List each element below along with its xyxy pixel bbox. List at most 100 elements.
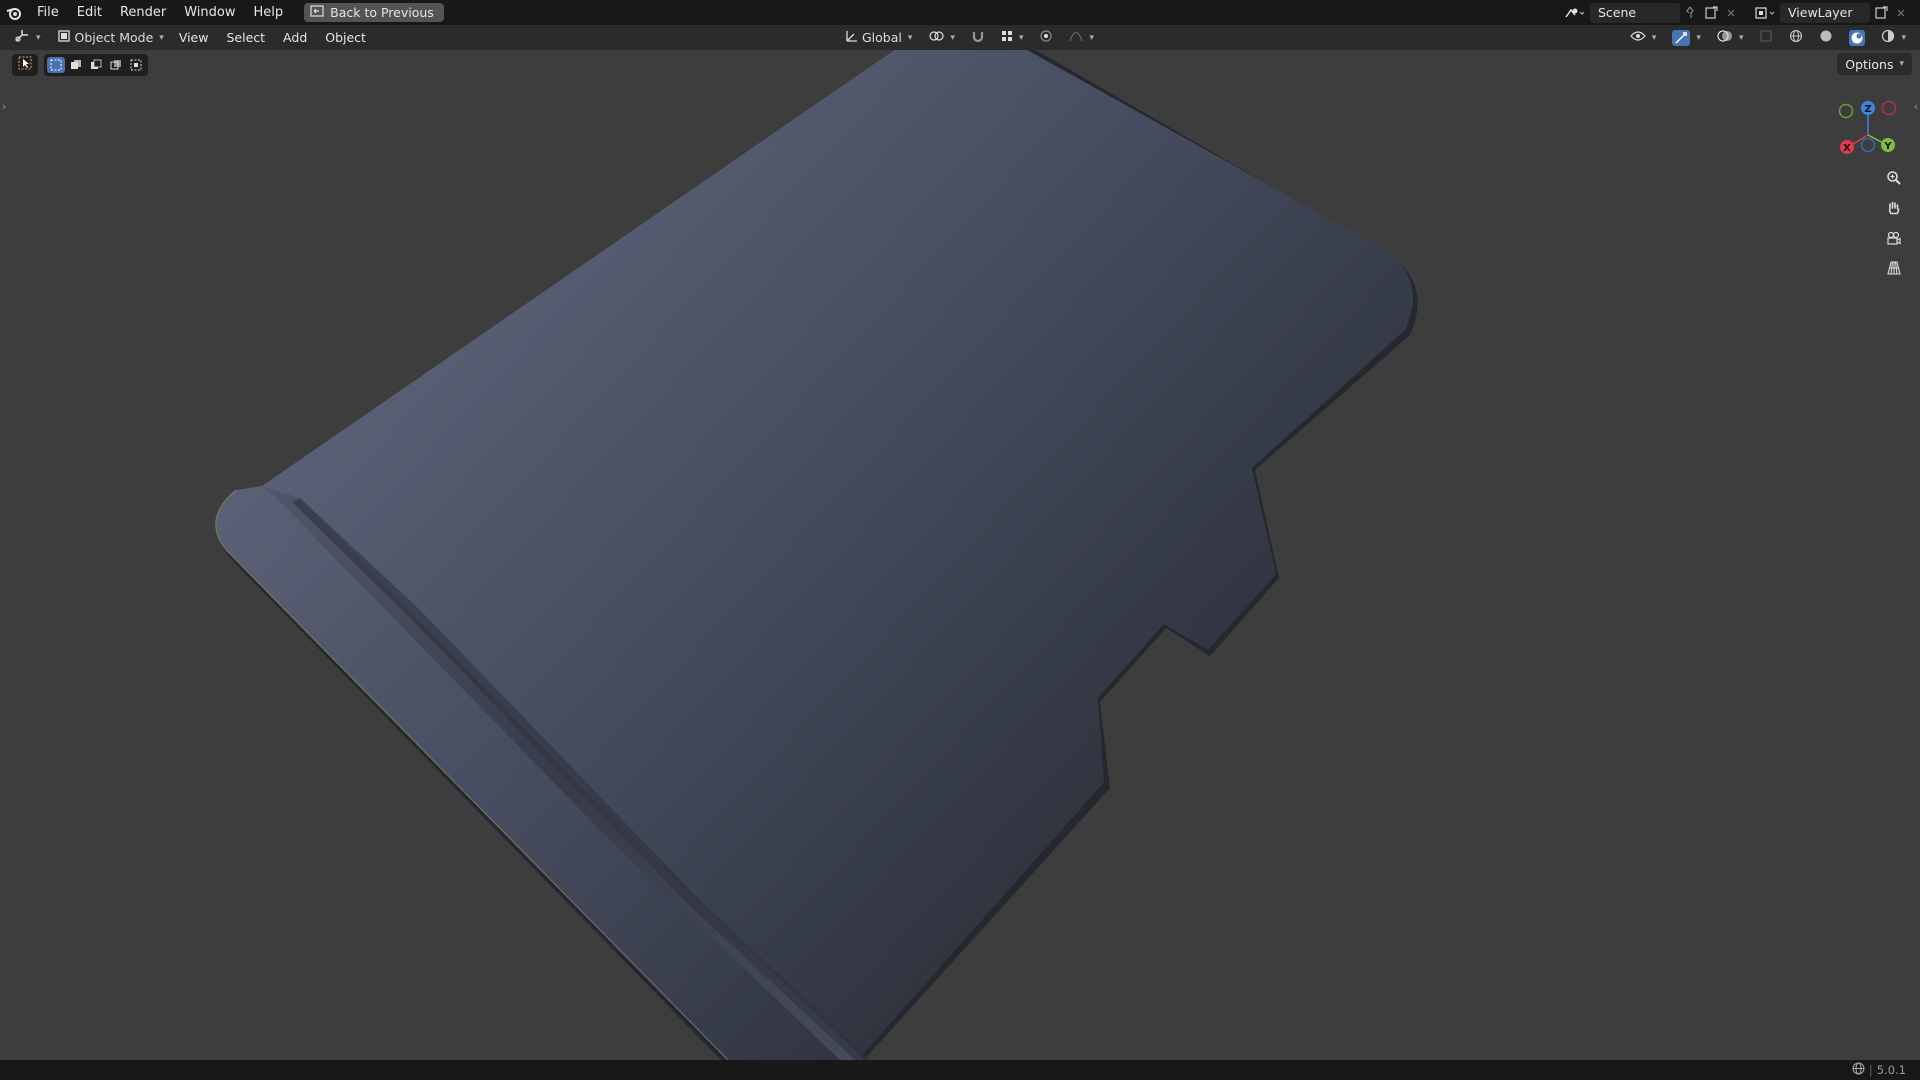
gizmo-y-label: Y [1883, 141, 1892, 152]
blender-logo-icon[interactable] [0, 0, 28, 25]
delete-scene-icon[interactable] [1722, 3, 1740, 23]
status-bar: | 5.0.1 [0, 1060, 1920, 1080]
select-invert-icon[interactable] [107, 57, 125, 73]
orientation-axes-icon [844, 29, 858, 46]
xray-toggle[interactable] [1753, 27, 1779, 48]
xray-icon [1759, 29, 1773, 46]
object-mode-dropdown[interactable]: Object Mode ▾ [50, 27, 170, 48]
selection-mode-set [44, 54, 148, 76]
select-subtract-icon[interactable] [87, 57, 105, 73]
globe-icon [1852, 1062, 1865, 1078]
viewlayer-name-field[interactable]: ViewLayer [1780, 2, 1870, 23]
chevron-down-icon: ▾ [1651, 32, 1657, 43]
scene-name-field[interactable]: Scene [1590, 2, 1680, 23]
top-right-controls: Scene ViewLayer [1560, 0, 1920, 25]
gizmo-neg-x[interactable] [1881, 100, 1897, 116]
select-new-icon[interactable] [47, 57, 65, 73]
hand-icon [1886, 200, 1902, 220]
transform-orientation-dropdown[interactable]: Global ▾ [838, 27, 918, 48]
menu-view[interactable]: View [170, 25, 218, 50]
back-to-previous-label: Back to Previous [330, 5, 434, 20]
proportional-falloff-dropdown[interactable]: ▾ [1063, 27, 1100, 48]
plate-mesh [215, 50, 1413, 1060]
pin-scene-icon[interactable] [1680, 3, 1700, 23]
shading-wireframe-button[interactable] [1783, 27, 1809, 48]
menu-window[interactable]: Window [175, 0, 244, 25]
chevron-down-icon: ▾ [1696, 32, 1701, 43]
camera-view-button[interactable] [1881, 228, 1907, 252]
menu-add[interactable]: Add [274, 25, 316, 50]
scene-name-label: Scene [1598, 5, 1637, 20]
viewport-display-tools: ▾ ▾ ▾ ▾ [1624, 27, 1920, 48]
new-scene-icon[interactable] [1700, 3, 1722, 23]
snap-toggle[interactable] [965, 27, 991, 48]
top-bar: File Edit Render Window Help Back to Pre… [0, 0, 1920, 25]
overlays-toggle[interactable]: ▾ [1711, 27, 1750, 48]
shading-material-button[interactable] [1843, 27, 1871, 48]
chevron-down-icon: ▾ [1899, 59, 1904, 69]
snap-increment-icon [1001, 30, 1013, 45]
magnifier-icon [1886, 170, 1902, 190]
select-intersect-icon[interactable] [127, 57, 145, 73]
viewport-3d[interactable] [0, 50, 1920, 1060]
camera-icon [1886, 230, 1902, 250]
object-mode-label: Object Mode [74, 30, 154, 45]
menu-object[interactable]: Object [316, 25, 375, 50]
delete-viewlayer-icon[interactable] [1892, 3, 1910, 23]
navigation-tools [1881, 168, 1907, 282]
chevron-down-icon: ▾ [36, 32, 41, 43]
chevron-down-icon: ▾ [1738, 32, 1744, 43]
version-label: 5.0.1 [1876, 1063, 1906, 1077]
editor-type-dropdown[interactable]: ▾ [8, 27, 47, 48]
blender-window: File Edit Render Window Help Back to Pre… [0, 0, 1920, 1080]
options-dropdown[interactable]: Options ▾ [1837, 53, 1912, 75]
proportional-edit-toggle[interactable] [1033, 27, 1059, 48]
eye-icon [1630, 30, 1646, 45]
view3d-editor-icon [14, 29, 30, 46]
menu-help[interactable]: Help [245, 0, 293, 25]
solid-sphere-icon [1819, 29, 1833, 46]
chevron-down-icon: ▾ [159, 32, 164, 43]
cursor-arrow-icon [18, 56, 32, 74]
screen-back-icon [310, 5, 324, 20]
magnet-icon [971, 29, 985, 46]
new-viewlayer-icon[interactable] [1870, 3, 1892, 23]
snap-target-dropdown[interactable]: ▾ [995, 27, 1030, 48]
viewport-header: ▾ Object Mode ▾ View Select Add Object G… [0, 25, 1920, 50]
scene-selector: Scene [1560, 2, 1740, 23]
chevron-down-icon: ▾ [950, 32, 955, 43]
object-visibility-dropdown[interactable]: ▾ [1624, 27, 1663, 48]
select-tool-button[interactable] [12, 54, 38, 76]
menu-render[interactable]: Render [111, 0, 175, 25]
pivot-point-dropdown[interactable]: ▾ [922, 27, 961, 48]
select-extend-icon[interactable] [67, 57, 85, 73]
gizmo-z-label: Z [1864, 104, 1871, 115]
proportional-edit-icon [1039, 29, 1053, 46]
pivot-point-icon [928, 29, 945, 46]
overlays-icon [1717, 29, 1733, 46]
menu-file[interactable]: File [28, 0, 68, 25]
pan-button[interactable] [1881, 198, 1907, 222]
perspective-toggle-button[interactable] [1881, 258, 1907, 282]
menu-edit[interactable]: Edit [68, 0, 111, 25]
grid-perspective-icon [1886, 260, 1902, 280]
navigation-gizmo[interactable]: Z X Y [1830, 95, 1910, 165]
rendered-sphere-icon [1881, 29, 1895, 46]
menu-select[interactable]: Select [217, 25, 274, 50]
chevron-down-icon: ▾ [907, 32, 913, 43]
back-to-previous-button[interactable]: Back to Previous [304, 3, 444, 22]
sidebar-expand-arrow-icon[interactable]: ‹ [1914, 100, 1918, 113]
toolbar-expand-arrow-icon[interactable]: › [2, 100, 6, 113]
gizmo-neg-y[interactable] [1838, 103, 1854, 119]
shading-solid-button[interactable] [1813, 27, 1839, 48]
scene-browse-icon[interactable] [1560, 3, 1590, 23]
viewlayer-browse-icon[interactable] [1750, 3, 1780, 23]
shading-rendered-button[interactable]: ▾ [1875, 27, 1912, 48]
gizmo-toggle[interactable]: ▾ [1666, 27, 1707, 48]
transform-tools: Global ▾ ▾ ▾ ▾ [838, 27, 1100, 48]
viewlayer-selector: ViewLayer [1750, 2, 1910, 23]
gizmo-neg-z[interactable] [1860, 137, 1876, 153]
orientation-label: Global [862, 30, 902, 45]
status-separator: | [1868, 1063, 1873, 1077]
zoom-button[interactable] [1881, 168, 1907, 192]
